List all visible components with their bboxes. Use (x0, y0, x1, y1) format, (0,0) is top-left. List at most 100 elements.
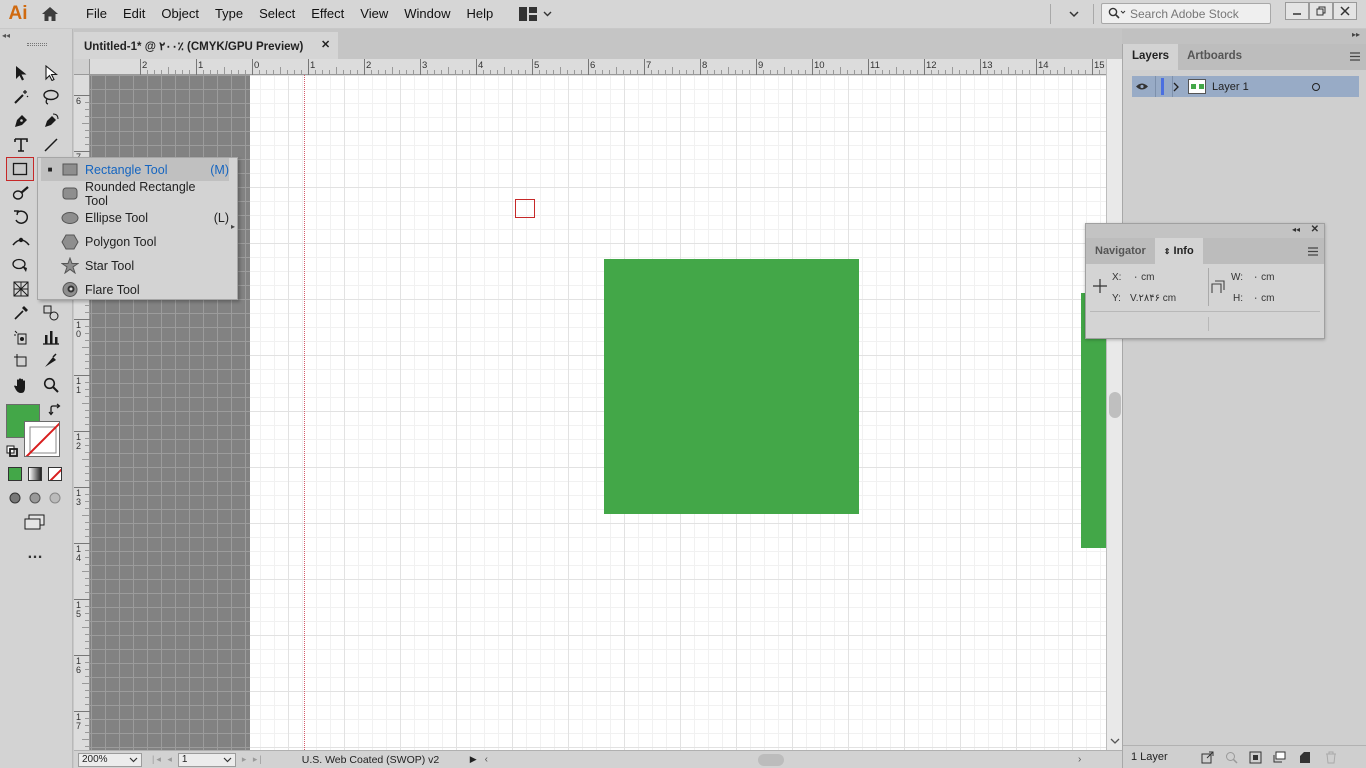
draw-behind-button[interactable] (28, 491, 42, 508)
perspective-grid-tool[interactable] (8, 278, 34, 300)
status-menu-arrow-icon[interactable]: ▶ (470, 754, 477, 765)
flyout-item-flare[interactable]: Flare Tool (41, 278, 229, 301)
flyout-item-polygon[interactable]: Polygon Tool (41, 230, 229, 253)
target-circle-icon[interactable] (1311, 82, 1321, 92)
green-rectangle[interactable] (604, 259, 859, 514)
tab-info[interactable]: ⇕ Info (1154, 238, 1203, 264)
menu-effect[interactable]: Effect (303, 0, 352, 28)
flyout-item-ellipse[interactable]: Ellipse Tool (L) (41, 206, 229, 229)
layer-lock-slot[interactable] (1155, 76, 1173, 97)
workspace-switcher[interactable] (519, 7, 552, 21)
new-sublayer-icon[interactable] (1273, 751, 1287, 764)
artboard-canvas[interactable] (90, 75, 1106, 750)
menu-file[interactable]: File (78, 0, 115, 28)
document-tab[interactable]: Untitled-1* @ ۲۰۰٪ (CMYK/GPU Preview) (74, 32, 338, 59)
menu-window[interactable]: Window (396, 0, 458, 28)
tab-navigator[interactable]: Navigator (1086, 238, 1155, 264)
gradient-mode-button[interactable] (28, 467, 42, 481)
export-icon[interactable] (1201, 751, 1214, 764)
horizontal-ruler[interactable]: 2 1 0 1 2 3 4 5 6 7 8 9 10 11 12 13 14 15 (90, 59, 1142, 75)
hand-tool[interactable] (8, 374, 34, 396)
paintbrush-tool[interactable] (8, 182, 34, 204)
clipping-mask-icon[interactable] (1249, 751, 1262, 764)
ruler-tick (756, 59, 757, 75)
line-segment-tool[interactable] (38, 134, 64, 156)
color-mode-button[interactable] (8, 467, 22, 481)
minimize-button[interactable] (1285, 2, 1309, 20)
menu-help[interactable]: Help (458, 0, 501, 28)
selection-tool[interactable] (8, 62, 34, 84)
blend-tool[interactable] (38, 302, 64, 324)
info-panel-header[interactable]: ◂◂ ✕ (1086, 224, 1324, 238)
scroll-left-button[interactable]: ‹ (485, 754, 488, 765)
close-document-button[interactable]: ✕ (321, 38, 330, 51)
scroll-down-button[interactable] (1110, 734, 1120, 748)
flyout-item-rounded-rectangle[interactable]: Rounded Rectangle Tool (41, 180, 229, 208)
vertical-scrollbar[interactable] (1106, 59, 1122, 750)
magic-wand-tool[interactable] (8, 86, 34, 108)
draw-normal-button[interactable] (8, 491, 22, 508)
close-panel-icon[interactable]: ✕ (1311, 224, 1319, 235)
expand-dock-icon[interactable]: ▸▸ (1352, 30, 1360, 39)
menu-select[interactable]: Select (251, 0, 303, 28)
draw-inside-button[interactable] (48, 491, 62, 508)
menu-view[interactable]: View (352, 0, 396, 28)
default-fill-stroke-button[interactable] (6, 445, 18, 460)
column-graph-tool[interactable] (38, 326, 64, 348)
menu-type[interactable]: Type (207, 0, 251, 28)
layer-row[interactable]: Layer 1 (1132, 76, 1359, 97)
artboard-tool[interactable] (8, 350, 34, 372)
pen-tool[interactable] (8, 110, 34, 132)
new-layer-icon[interactable] (1298, 751, 1311, 764)
rectangle-tool[interactable] (6, 157, 34, 181)
lasso-tool[interactable] (38, 86, 64, 108)
panel-menu-icon[interactable] (1308, 247, 1318, 256)
flyout-item-rectangle[interactable]: ■ Rectangle Tool (M) (41, 158, 229, 181)
menu-edit[interactable]: Edit (115, 0, 153, 28)
vertical-scroll-thumb[interactable] (1109, 392, 1121, 418)
type-tool[interactable] (8, 134, 34, 156)
collapse-toolbar-icon[interactable]: ◂◂ (2, 31, 10, 40)
panel-menu-icon[interactable] (1350, 52, 1360, 61)
tearoff-arrow-icon[interactable]: ▸ (231, 222, 235, 231)
shape-builder-tool[interactable] (8, 254, 34, 276)
zoom-field[interactable]: 200% (78, 752, 142, 767)
arrange-documents-button[interactable] (1068, 6, 1080, 25)
close-window-button[interactable] (1333, 2, 1357, 20)
edit-toolbar-button[interactable]: … (27, 545, 43, 563)
home-button[interactable] (36, 0, 64, 28)
visibility-eye-icon[interactable] (1135, 82, 1149, 91)
flyout-item-star[interactable]: Star Tool (41, 254, 229, 277)
width-tool[interactable] (8, 230, 34, 252)
artboard-number-field[interactable]: 1 (177, 752, 236, 767)
delete-trash-icon[interactable] (1325, 751, 1337, 764)
symbol-sprayer-tool[interactable] (8, 326, 34, 348)
curvature-tool[interactable] (38, 110, 64, 132)
first-prev-artboard-buttons[interactable]: |◂ ◂ (152, 754, 174, 765)
small-rectangle-outline[interactable] (515, 199, 535, 218)
stroke-swatch[interactable] (24, 421, 60, 457)
tab-artboards[interactable]: Artboards (1178, 44, 1251, 70)
menu-object[interactable]: Object (153, 0, 207, 28)
restore-button[interactable] (1309, 2, 1333, 20)
next-last-artboard-buttons[interactable]: ▸ ▸| (242, 754, 264, 765)
scroll-right-button[interactable]: › (1078, 754, 1081, 765)
tab-layers[interactable]: Layers (1123, 44, 1179, 70)
zoom-tool[interactable] (38, 374, 64, 396)
horizontal-scroll-thumb[interactable] (758, 753, 785, 766)
search-input[interactable] (1130, 6, 1270, 21)
rotate-tool[interactable] (8, 206, 34, 228)
screen-mode-button[interactable] (24, 514, 46, 533)
stock-search[interactable] (1101, 3, 1271, 24)
swap-fill-stroke-button[interactable] (48, 403, 62, 420)
locate-object-icon[interactable] (1225, 751, 1238, 764)
eyedropper-tool[interactable] (8, 302, 34, 324)
chevron-right-icon[interactable] (1173, 82, 1180, 92)
direct-selection-tool[interactable] (38, 62, 64, 84)
none-mode-button[interactable] (48, 467, 62, 481)
layer-name[interactable]: Layer 1 (1212, 81, 1307, 93)
toolbar-grip[interactable] (27, 43, 47, 46)
collapse-panel-icon[interactable]: ◂◂ (1292, 225, 1300, 234)
slice-tool[interactable] (38, 350, 64, 372)
ruler-origin[interactable] (74, 59, 90, 75)
